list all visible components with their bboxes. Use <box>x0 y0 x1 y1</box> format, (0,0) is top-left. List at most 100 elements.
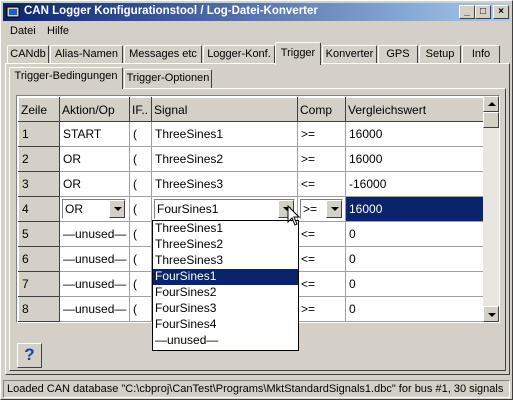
app-icon <box>6 6 20 18</box>
row-number[interactable]: 7 <box>18 271 60 297</box>
signal-combo-value: FourSines1 <box>157 202 219 216</box>
header-if[interactable]: IF.. <box>129 97 152 122</box>
cell-if[interactable]: ( <box>129 146 152 172</box>
cell-signal[interactable]: FourSines1 <box>151 196 298 222</box>
header-zeile[interactable]: Zeile <box>18 97 60 122</box>
row-number[interactable]: 1 <box>18 121 60 147</box>
dropdown-option[interactable]: —unused— <box>153 333 298 349</box>
header-aktion[interactable]: Aktion/Op <box>59 97 130 122</box>
dropdown-option-highlighted[interactable]: FourSines1 <box>153 269 298 285</box>
cell-comp[interactable]: <= <box>297 221 346 247</box>
cell-if[interactable]: ( <box>129 121 152 147</box>
cell-if[interactable]: ( <box>129 221 152 247</box>
table-row-editing[interactable]: 4 OR ( FourSines1 >= 16000 <box>18 196 485 222</box>
cell-if[interactable]: ( <box>129 246 152 272</box>
row-number[interactable]: 2 <box>18 146 60 172</box>
tab-messages[interactable]: Messages etc <box>124 45 202 64</box>
cell-wert[interactable]: -16000 <box>345 171 485 197</box>
tab-info[interactable]: Info <box>462 45 500 64</box>
tab-konverter[interactable]: Konverter <box>322 45 377 64</box>
scroll-thumb[interactable] <box>483 112 499 128</box>
tab-candb[interactable]: CANdb <box>7 45 49 64</box>
cell-signal[interactable]: ThreeSines2 <box>151 146 298 172</box>
row-number[interactable]: 4 <box>18 196 60 222</box>
status-bar: Loaded CAN database "C:\cbproj\CanTest\P… <box>3 380 510 398</box>
table-row[interactable]: 2 OR ( ThreeSines2 >= 16000 <box>18 146 485 172</box>
table-row[interactable]: 3 OR ( ThreeSines3 <= -16000 <box>18 171 485 197</box>
cell-wert[interactable]: 0 <box>345 246 485 272</box>
cell-if[interactable]: ( <box>129 296 152 322</box>
cell-aktion[interactable]: —unused— <box>59 296 130 322</box>
cell-aktion[interactable]: —unused— <box>59 221 130 247</box>
cell-signal[interactable]: ThreeSines1 <box>151 121 298 147</box>
close-button[interactable]: × <box>493 5 509 19</box>
dropdown-option[interactable]: ThreeSines3 <box>153 253 298 269</box>
cell-comp[interactable]: >= <box>297 296 346 322</box>
tab-logger-konf[interactable]: Logger-Konf. <box>203 45 275 64</box>
minimize-button[interactable]: _ <box>459 5 475 19</box>
header-comp[interactable]: Comp <box>297 97 346 122</box>
mouse-pointer-icon <box>287 205 301 226</box>
signal-combo[interactable]: FourSines1 <box>154 199 295 219</box>
signal-dropdown-list[interactable]: ThreeSines1 ThreeSines2 ThreeSines3 Four… <box>152 220 299 351</box>
cell-wert[interactable]: 0 <box>345 296 485 322</box>
cell-comp[interactable]: >= <box>297 121 346 147</box>
tab-gps[interactable]: GPS <box>378 45 418 64</box>
row-number[interactable]: 8 <box>18 296 60 322</box>
tab-trigger[interactable]: Trigger <box>275 42 321 65</box>
cell-aktion[interactable]: —unused— <box>59 271 130 297</box>
dropdown-option[interactable]: FourSines2 <box>153 285 298 301</box>
help-button[interactable]: ? <box>17 343 42 368</box>
cell-wert[interactable]: 16000 <box>345 146 485 172</box>
cell-aktion[interactable]: OR <box>59 196 130 222</box>
chevron-down-icon <box>114 207 122 211</box>
cell-wert[interactable]: 0 <box>345 271 485 297</box>
row-number[interactable]: 5 <box>18 221 60 247</box>
dropdown-option[interactable]: ThreeSines1 <box>153 221 298 237</box>
comp-combo-value: >= <box>303 202 318 216</box>
cell-wert[interactable]: 0 <box>345 221 485 247</box>
chevron-down-icon <box>331 207 339 211</box>
dropdown-option[interactable]: FourSines4 <box>153 317 298 333</box>
cell-wert-selected[interactable]: 16000 <box>345 196 485 222</box>
aktion-combo-value: OR <box>65 202 83 216</box>
header-vergleichswert[interactable]: Vergleichswert <box>345 97 485 122</box>
table-row[interactable]: 1 START ( ThreeSines1 >= 16000 <box>18 121 485 147</box>
comp-combo-button[interactable] <box>326 200 342 218</box>
cell-if[interactable]: ( <box>129 271 152 297</box>
cell-aktion[interactable]: START <box>59 121 130 147</box>
tab-trigger-bedingungen[interactable]: Trigger-Bedingungen <box>9 67 123 89</box>
cell-aktion[interactable]: —unused— <box>59 246 130 272</box>
row-number[interactable]: 6 <box>18 246 60 272</box>
tab-setup[interactable]: Setup <box>419 45 461 64</box>
aktion-combo[interactable]: OR <box>62 199 126 219</box>
menu-datei[interactable]: Datei <box>10 25 36 37</box>
aktion-combo-button[interactable] <box>109 200 125 218</box>
cell-comp[interactable]: <= <box>297 246 346 272</box>
dropdown-option[interactable]: ThreeSines2 <box>153 237 298 253</box>
cell-aktion[interactable]: OR <box>59 171 130 197</box>
maximize-button[interactable]: □ <box>475 5 491 19</box>
cell-if[interactable]: ( <box>129 171 152 197</box>
cell-if[interactable]: ( <box>129 196 152 222</box>
grid-vertical-scrollbar[interactable] <box>483 96 499 322</box>
grid-header-row: Zeile Aktion/Op IF.. Signal Comp Verglei… <box>18 97 485 122</box>
cell-comp[interactable]: <= <box>297 171 346 197</box>
menu-hilfe[interactable]: Hilfe <box>47 25 69 37</box>
cell-wert[interactable]: 16000 <box>345 121 485 147</box>
title-bar[interactable]: CAN Logger Konfigurationstool / Log-Date… <box>3 3 510 21</box>
cell-comp[interactable]: >= <box>297 196 346 222</box>
tab-alias-namen[interactable]: Alias-Namen <box>50 45 123 64</box>
cell-signal[interactable]: ThreeSines3 <box>151 171 298 197</box>
scroll-down-button[interactable] <box>483 306 499 322</box>
header-signal[interactable]: Signal <box>151 97 298 122</box>
cell-comp[interactable]: >= <box>297 146 346 172</box>
cell-aktion[interactable]: OR <box>59 146 130 172</box>
row-number[interactable]: 3 <box>18 171 60 197</box>
scroll-up-button[interactable] <box>483 96 499 112</box>
dropdown-option[interactable]: FourSines3 <box>153 301 298 317</box>
window-title: CAN Logger Konfigurationstool / Log-Date… <box>24 5 318 17</box>
comp-combo[interactable]: >= <box>300 199 343 219</box>
cell-comp[interactable]: <= <box>297 271 346 297</box>
tab-trigger-optionen[interactable]: Trigger-Optionen <box>124 69 212 88</box>
